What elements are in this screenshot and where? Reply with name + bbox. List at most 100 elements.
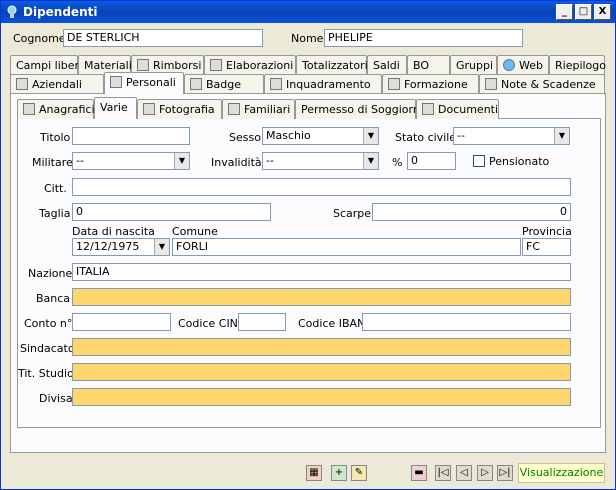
nazione-field[interactable]: ITALIA xyxy=(72,263,571,281)
comune-label: Comune xyxy=(172,225,218,238)
tab-elaborazioni-label: Elaborazioni xyxy=(226,59,294,72)
cin-field[interactable] xyxy=(238,313,286,331)
tab-aziendali-label: Aziendali xyxy=(32,78,82,91)
sesso-value: Maschio xyxy=(266,129,311,142)
tab-fotografia[interactable]: Fotografia xyxy=(137,99,222,119)
next-record-icon[interactable]: ▷ xyxy=(477,465,493,481)
tab-anagrafici[interactable]: Anagrafici xyxy=(17,99,95,119)
sesso-select[interactable]: Maschio ▼ xyxy=(262,127,379,145)
tab-note-scadenze-label: Note & Scadenze xyxy=(501,78,596,91)
tit-studio-label: Tit. Studio xyxy=(18,367,74,380)
banca-field[interactable] xyxy=(72,288,571,306)
maximize-button[interactable]: □ xyxy=(575,4,592,20)
badge-icon xyxy=(190,78,202,90)
titolo-label: Titolo xyxy=(40,131,71,144)
org-chart-icon xyxy=(270,78,282,90)
person-icon xyxy=(23,103,35,115)
taglia-field[interactable]: 0 xyxy=(72,203,271,221)
tab-rimborsi-label: Rimborsi xyxy=(153,59,202,72)
minimize-button[interactable]: _ xyxy=(556,4,573,20)
stato-civile-label: Stato civile xyxy=(395,131,457,144)
window: Dipendenti _ □ X Cognome DE STERLICH Nom… xyxy=(0,0,616,490)
tab-web-label: Web xyxy=(519,59,543,72)
pensionato-checkbox[interactable] xyxy=(473,155,485,167)
tab-familiari[interactable]: Familiari xyxy=(222,99,295,119)
militare-value: -- xyxy=(76,154,84,167)
iban-label: Codice IBAN xyxy=(298,317,366,330)
last-record-icon[interactable]: ▷| xyxy=(497,465,513,481)
tab-aziendali[interactable]: Aziendali xyxy=(10,74,104,94)
comune-field[interactable]: FORLI xyxy=(172,238,521,256)
tab-permesso-soggiorno[interactable]: Permesso di Soggiorno xyxy=(295,99,427,119)
chevron-down-icon: ▼ xyxy=(154,239,169,255)
stato-civile-value: -- xyxy=(457,129,465,142)
tab-formazione[interactable]: Formazione xyxy=(382,74,479,94)
conto-field[interactable] xyxy=(72,313,171,331)
tab-familiari-label: Familiari xyxy=(244,103,291,116)
delete-icon[interactable]: ▬ xyxy=(411,465,427,481)
chevron-down-icon: ▼ xyxy=(363,153,378,169)
percent-label: % xyxy=(392,156,403,169)
data-nascita-label: Data di nascita xyxy=(72,225,155,238)
tab-elaborazioni[interactable]: Elaborazioni xyxy=(204,55,296,75)
tab-web[interactable]: Web xyxy=(497,55,549,75)
tab-badge[interactable]: Badge xyxy=(184,74,264,94)
cognome-field[interactable]: DE STERLICH xyxy=(63,29,263,47)
sindacato-label: Sindacato xyxy=(20,342,75,355)
scarpe-label: Scarpe xyxy=(333,207,372,220)
invalidita-value: -- xyxy=(266,154,274,167)
tab-bo[interactable]: BO xyxy=(407,55,450,75)
tab-gruppi[interactable]: Gruppi xyxy=(450,55,497,75)
person-icon xyxy=(110,76,122,88)
stato-civile-select[interactable]: -- ▼ xyxy=(453,127,570,145)
tab-anagrafici-label: Anagrafici xyxy=(39,103,95,116)
cognome-label: Cognome xyxy=(13,32,66,45)
add-icon[interactable]: + xyxy=(331,465,347,481)
invalidita-select[interactable]: -- ▼ xyxy=(262,152,379,170)
percent-field[interactable]: 0 xyxy=(407,152,456,170)
tit-studio-field[interactable] xyxy=(72,363,571,381)
sindacato-field[interactable] xyxy=(72,338,571,356)
tab-saldi[interactable]: Saldi xyxy=(367,55,407,75)
tab-note-scadenze[interactable]: Note & Scadenze xyxy=(479,74,605,94)
documents-icon xyxy=(422,103,434,115)
tab-personali[interactable]: Personali xyxy=(104,72,184,94)
calculator-icon xyxy=(210,59,222,71)
citt-field[interactable] xyxy=(72,178,571,196)
iban-field[interactable] xyxy=(362,313,571,331)
chevron-down-icon: ▼ xyxy=(174,153,189,169)
tab-varie[interactable]: Varie xyxy=(94,97,137,119)
nome-field[interactable]: PHELIPE xyxy=(324,29,523,47)
tab-documenti[interactable]: Documenti xyxy=(416,99,499,119)
edit-icon[interactable]: ✎ xyxy=(351,465,367,481)
calendar-icon[interactable]: ▦ xyxy=(306,465,322,481)
chevron-down-icon: ▼ xyxy=(554,128,569,144)
provincia-field[interactable]: FC xyxy=(522,238,571,256)
globe-icon xyxy=(503,59,515,71)
cin-label: Codice CIN xyxy=(178,317,238,330)
tab-totalizzatori[interactable]: Totalizzatori xyxy=(296,55,368,75)
tab-campi-liberi[interactable]: Campi liberi xyxy=(10,55,82,75)
tab-personali-label: Personali xyxy=(126,76,176,89)
data-nascita-value: 12/12/1975 xyxy=(76,240,140,253)
titolo-field[interactable] xyxy=(72,127,190,145)
photo-icon xyxy=(143,103,155,115)
sesso-label: Sesso xyxy=(229,131,261,144)
nome-label: Nome xyxy=(291,32,324,45)
tab-inquadramento-label: Inquadramento xyxy=(286,78,371,91)
previous-record-icon[interactable]: ◁ xyxy=(456,465,472,481)
tab-inquadramento[interactable]: Inquadramento xyxy=(264,74,382,94)
militare-select[interactable]: -- ▼ xyxy=(72,152,190,170)
tab-riepilogo[interactable]: Riepilogo xyxy=(549,55,606,75)
data-nascita-picker[interactable]: 12/12/1975 ▼ xyxy=(72,238,170,256)
app-icon xyxy=(7,5,17,18)
close-button[interactable]: X xyxy=(594,4,611,20)
mode-indicator: Visualizzazione xyxy=(518,463,605,483)
building-icon xyxy=(16,78,28,90)
nazione-label: Nazione xyxy=(28,267,73,280)
first-record-icon[interactable]: |◁ xyxy=(435,465,451,481)
divisa-field[interactable] xyxy=(72,388,571,406)
scarpe-field[interactable]: 0 xyxy=(372,203,571,221)
banca-label: Banca xyxy=(36,292,71,305)
chevron-down-icon: ▼ xyxy=(363,128,378,144)
